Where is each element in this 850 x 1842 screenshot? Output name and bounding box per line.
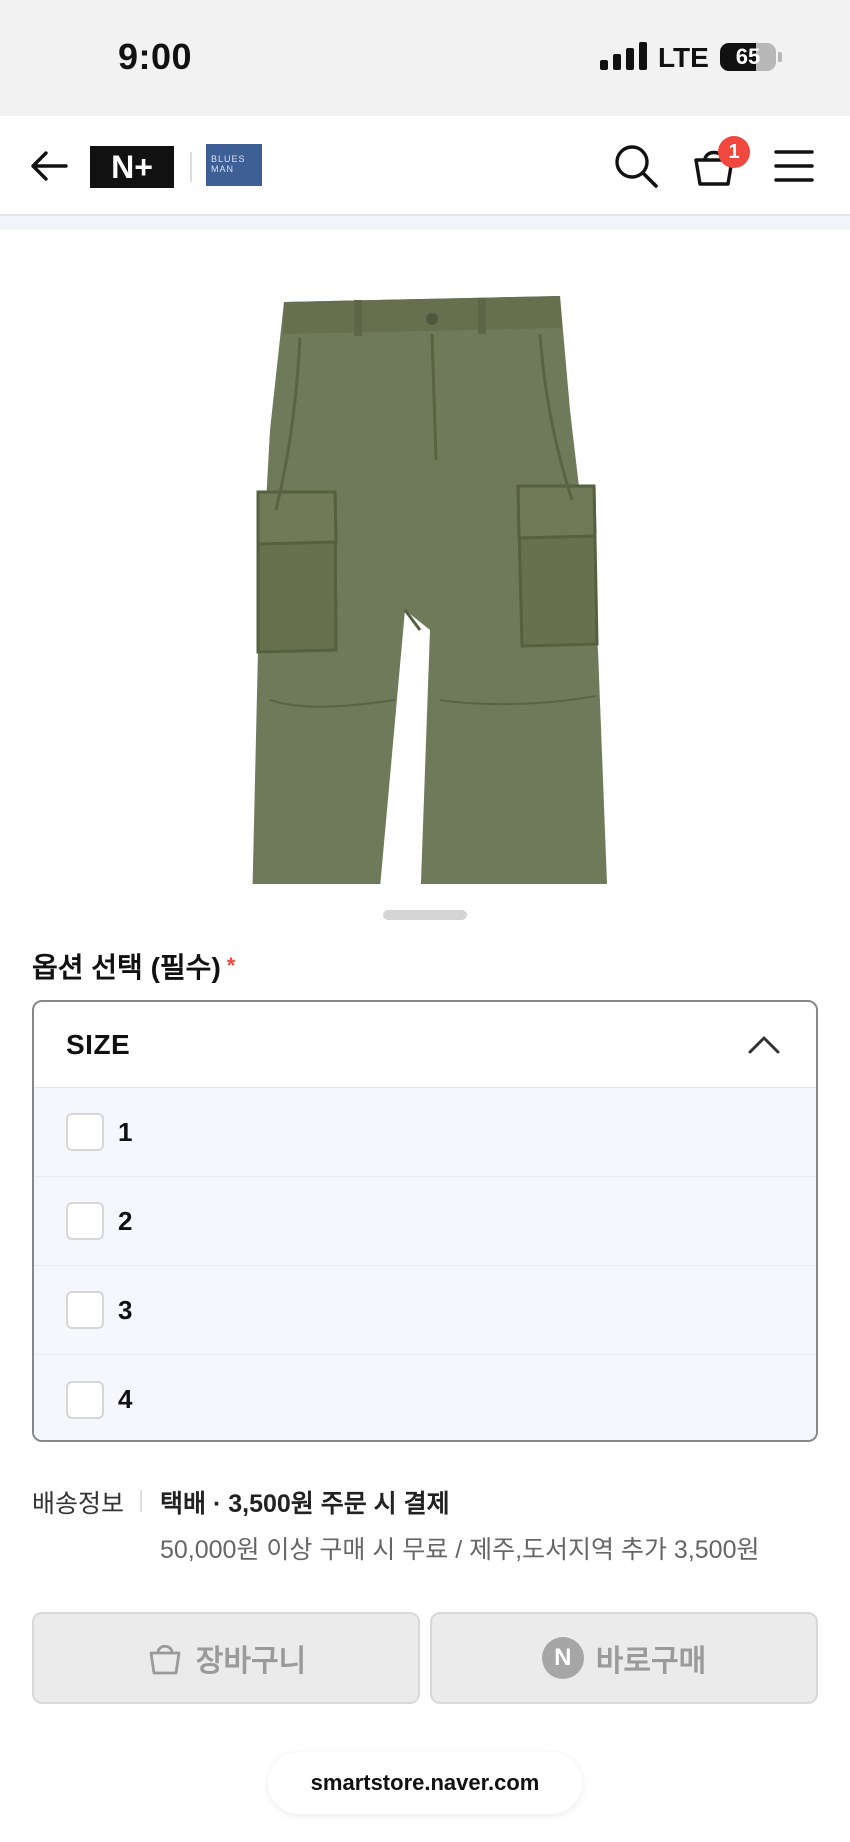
naver-pay-icon: N [541, 1637, 584, 1679]
size-option-label: 3 [118, 1294, 133, 1325]
shipping-info-label: 배송정보 [32, 1490, 125, 1518]
size-select[interactable]: SIZE 1 2 3 4 [32, 1000, 818, 1442]
product-image[interactable] [0, 230, 850, 910]
olive-cargo-pants-image [252, 296, 608, 910]
top-navigation-bar: N+ BLUES MAN 1 [0, 116, 850, 216]
sheet-drag-handle[interactable] [383, 910, 467, 920]
option-title-text: 옵션 선택 (필수) [32, 952, 221, 983]
shipping-condition: 50,000원 이상 구매 시 무료 / 제주,도서지역 추가 3,500원 [160, 1536, 760, 1564]
network-type: LTE [658, 42, 709, 73]
add-to-cart-label: 장바구니 [195, 1645, 307, 1678]
size-option-3[interactable]: 3 [34, 1266, 816, 1355]
size-option-2[interactable]: 2 [34, 1177, 816, 1266]
header-sub-bar [0, 216, 850, 230]
checkbox[interactable] [66, 1380, 104, 1419]
add-to-cart-button[interactable]: 장바구니 [32, 1612, 420, 1704]
size-option-4[interactable]: 4 [34, 1355, 816, 1440]
checkbox[interactable] [66, 1113, 104, 1151]
size-option-label: 2 [118, 1205, 133, 1236]
size-select-label: SIZE [66, 1028, 131, 1060]
size-option-1[interactable]: 1 [34, 1088, 816, 1177]
battery-icon: 65 [720, 43, 776, 71]
naver-plus-logo[interactable]: N+ [90, 146, 174, 188]
option-section-title: 옵션 선택 (필수) * [32, 946, 235, 986]
size-option-label: 1 [118, 1116, 133, 1147]
size-select-header[interactable]: SIZE [34, 1002, 816, 1088]
battery-tip [778, 52, 782, 62]
store-logo-text: BLUES MAN [211, 154, 246, 174]
cart-count-badge: 1 [718, 136, 750, 168]
chevron-up-icon[interactable] [746, 1030, 782, 1060]
option-bottom-sheet: 옵션 선택 (필수) * SIZE 1 2 3 4 배송정보 택배 · 3,500… [0, 884, 850, 1842]
status-bar: 9:00 LTE 65 [0, 0, 850, 116]
size-option-label: 4 [118, 1384, 133, 1414]
buy-now-label: 바로구매 [595, 1645, 707, 1678]
checkbox[interactable] [66, 1291, 104, 1329]
search-icon[interactable] [610, 140, 662, 192]
hamburger-menu-icon[interactable] [768, 140, 820, 192]
checkbox[interactable] [66, 1202, 104, 1240]
arrow-left-icon[interactable] [26, 142, 74, 190]
required-mark: * [226, 953, 236, 978]
shopping-bag-icon [149, 1644, 181, 1675]
browser-url-pill[interactable]: smartstore.naver.com [268, 1752, 582, 1814]
store-logo[interactable]: BLUES MAN [206, 144, 262, 186]
logo-divider [190, 152, 192, 182]
buy-now-button[interactable]: N 바로구매 [430, 1612, 818, 1704]
status-time: 9:00 [118, 36, 193, 77]
shipping-method: 택배 · 3,500원 주문 시 결제 [160, 1490, 450, 1518]
naver-plus-logo-text: N+ [111, 148, 153, 185]
battery-percent: 65 [735, 44, 761, 69]
signal-icon [600, 42, 647, 70]
shipping-divider [140, 1490, 142, 1512]
